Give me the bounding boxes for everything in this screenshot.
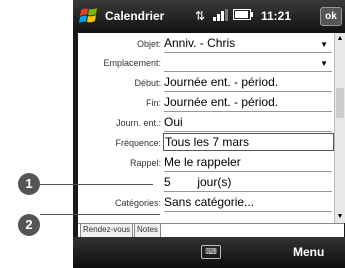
clock: 11:21 [261, 9, 292, 23]
categories-field[interactable]: Sans catégorie... [164, 193, 332, 212]
ok-button[interactable]: ok [320, 7, 342, 26]
tab-strip: Rendez-vous Notes [78, 223, 344, 238]
vertical-scrollbar[interactable]: ▲ ▼ [334, 33, 345, 223]
scroll-down-icon[interactable]: ▼ [335, 211, 345, 223]
emplacement-field[interactable]: ▼ [164, 53, 332, 72]
debut-field[interactable]: Journée ent. - périod. [164, 73, 332, 92]
frequence-label: Fréquence: [115, 138, 161, 148]
tab-rendez-vous[interactable]: Rendez-vous [80, 224, 134, 238]
menu-button[interactable]: Menu [293, 245, 324, 259]
debut-label: Début: [134, 78, 161, 88]
fin-label: Fin: [145, 98, 161, 108]
row-frequence: Fréquence: Tous les 7 mars [78, 133, 334, 153]
row-categories: Catégories: Sans catégorie... [78, 193, 334, 213]
appointment-form: Objet: Anniv. - Chris ▼ Emplacement: ▼ Dé… [78, 33, 334, 223]
scroll-thumb[interactable] [336, 88, 344, 118]
dropdown-arrow-icon[interactable]: ▼ [320, 36, 328, 52]
row-rappel: Rappel: Me le rappeler [78, 153, 334, 173]
windows-start-icon[interactable] [79, 6, 99, 26]
keyboard-icon[interactable]: ⌨ [201, 245, 221, 259]
signal-icon[interactable] [213, 9, 229, 24]
emplacement-label: Emplacement: [103, 58, 161, 68]
categories-label: Catégories: [114, 198, 161, 208]
dropdown-arrow-icon[interactable]: ▼ [320, 55, 328, 71]
callout-2-line [40, 214, 160, 215]
row-fin: Fin: Journée ent. - périod. [78, 93, 334, 113]
status-bar: Calendrier ⇅ 11:21 ok [73, 0, 345, 33]
connectivity-icon[interactable]: ⇅ [195, 9, 205, 23]
rappel-delai-field: 5 jour(s) [164, 173, 332, 192]
rappel-field[interactable]: Me le rappeler [164, 153, 332, 172]
rappel-delai-number[interactable]: 5 [164, 173, 194, 191]
row-rappel-delai: 5 jour(s) [78, 173, 334, 193]
rappel-delai-unit[interactable]: jour(s) [197, 175, 231, 189]
journee-entiere-field[interactable]: Oui [164, 113, 332, 132]
tab-notes[interactable]: Notes [134, 224, 161, 238]
row-journee-entiere: Journ. ent.: Oui [78, 113, 334, 133]
frequence-field[interactable]: Tous les 7 mars [163, 133, 334, 151]
row-objet: Objet: Anniv. - Chris ▼ [78, 34, 334, 54]
objet-label: Objet: [136, 39, 161, 49]
scroll-up-icon[interactable]: ▲ [335, 33, 345, 45]
app-title: Calendrier [105, 9, 165, 23]
soft-key-bar: ⌨ Menu [73, 237, 345, 268]
callout-1-line [40, 184, 153, 185]
row-debut: Début: Journée ent. - périod. [78, 73, 334, 93]
row-emplacement: Emplacement: ▼ [78, 53, 334, 73]
callout-2: 2 [18, 214, 40, 236]
fin-field[interactable]: Journée ent. - périod. [164, 93, 332, 112]
objet-field[interactable]: Anniv. - Chris ▼ [164, 34, 332, 53]
callout-1: 1 [18, 173, 40, 195]
battery-icon[interactable] [233, 9, 253, 23]
rappel-label: Rappel: [129, 158, 161, 168]
device-screen: Calendrier ⇅ 11:21 ok Objet: Anniv. - Ch… [73, 0, 345, 268]
journee-entiere-label: Journ. ent.: [115, 118, 161, 128]
